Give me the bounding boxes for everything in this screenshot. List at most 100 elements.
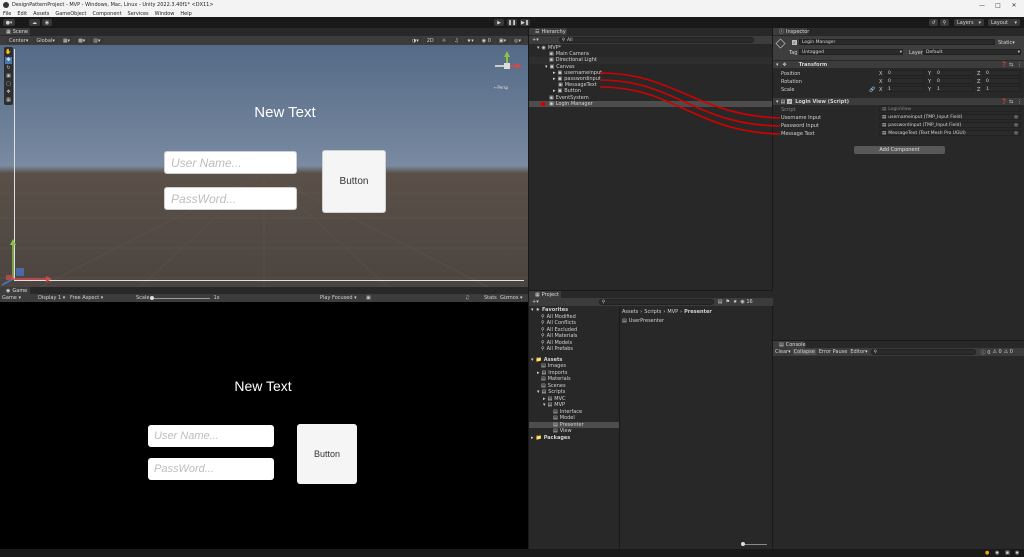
create-button[interactable]: +▾ <box>532 299 539 305</box>
transform-tool-icon[interactable]: ❖ <box>5 89 12 96</box>
gizmos-icon[interactable]: ◎▾ <box>511 37 524 44</box>
login-view-header[interactable]: ▾ ▤ ✓ Login View (Script) ❓ ⇆ ⋮ <box>773 98 1024 105</box>
gizmos-button[interactable]: Gizmos ▾ <box>500 295 523 301</box>
game-password-input[interactable]: PassWord... <box>148 458 274 480</box>
active-checkbox[interactable]: ✓ <box>792 40 797 45</box>
console-search[interactable]: ⚲ <box>870 349 976 355</box>
log-count[interactable]: ⓘ 0 <box>981 349 991 356</box>
move-tool-icon[interactable]: ✥ <box>5 57 12 64</box>
tab-console[interactable]: ▤ Console <box>773 341 806 348</box>
breadcrumb-scripts[interactable]: Scripts <box>644 309 661 315</box>
hierarchy-search[interactable]: ⚲ All <box>558 37 754 43</box>
scene-viewport[interactable]: ✋ ✥ ↻ ▣ ▢ ❖ ▦ ←Persp New Text User Name.… <box>0 45 528 287</box>
game-button[interactable]: Button <box>297 424 357 484</box>
collab-icon[interactable]: ◉ <box>42 19 52 26</box>
game-viewport[interactable]: New Text User Name... PassWord... Button <box>0 302 528 549</box>
breadcrumb-presenter[interactable]: Presenter <box>684 309 712 315</box>
rotation-z[interactable]: 0 <box>983 78 1021 84</box>
audio-icon[interactable]: ♫ <box>451 37 462 44</box>
scene-username-input[interactable]: User Name... <box>164 151 297 174</box>
game-new-text[interactable]: New Text <box>213 378 313 394</box>
pivot-center-dropdown[interactable]: Center ▾ <box>6 37 32 44</box>
increment-icon[interactable]: ▥▾ <box>90 37 104 44</box>
menu-component[interactable]: Component <box>93 11 122 17</box>
menu-gameobject[interactable]: GameObject <box>55 11 86 17</box>
account-button[interactable]: ●▾ <box>3 19 15 26</box>
mute-audio-icon[interactable]: ▣ <box>366 295 371 301</box>
tab-game[interactable]: ◉ Game <box>0 287 30 294</box>
tab-inspector[interactable]: ⓘ Inspector <box>773 28 809 35</box>
help-icon[interactable]: ❓ <box>1001 62 1007 68</box>
maximize-icon[interactable]: □ <box>990 0 1006 10</box>
presets-icon[interactable]: ⇆ <box>1009 62 1013 68</box>
more-options-icon[interactable]: ⋮ <box>1017 99 1022 105</box>
menu-file[interactable]: File <box>3 11 11 17</box>
presets-icon[interactable]: ⇆ <box>1009 99 1013 105</box>
scene-button[interactable]: Button <box>322 150 386 213</box>
rotation-x[interactable]: 0 <box>885 78 925 84</box>
shading-mode-icon[interactable]: ◑▾ <box>408 37 422 44</box>
editor-dropdown[interactable]: Editor▾ <box>850 349 867 355</box>
hidden-objects-icon[interactable]: ◉ 0 <box>478 37 494 44</box>
play-focused-dropdown[interactable]: Play Focused ▾ <box>320 295 357 301</box>
effects-icon[interactable]: ★▾ <box>463 37 477 44</box>
status-icon[interactable]: ◉ <box>1015 550 1019 556</box>
status-icon[interactable]: ▣ <box>1005 550 1010 556</box>
error-pause-button[interactable]: Error Pause <box>819 349 847 355</box>
aspect-dropdown[interactable]: Free Aspect ▾ <box>70 295 136 301</box>
project-search[interactable]: ⚲ <box>598 299 714 305</box>
filter-label-icon[interactable]: ⚑ <box>725 299 729 305</box>
step-button[interactable]: ▶❚ <box>520 19 530 26</box>
audio-icon[interactable]: ♫ <box>465 295 469 301</box>
layer-dropdown[interactable]: Default ▾ <box>923 49 1021 55</box>
object-picker-icon[interactable]: ◎ <box>1014 131 1018 136</box>
filter-type-icon[interactable]: ▤ <box>718 299 723 305</box>
rotate-tool-icon[interactable]: ↻ <box>5 65 12 72</box>
game-username-input[interactable]: User Name... <box>148 425 274 447</box>
scene-password-input[interactable]: PassWord... <box>164 187 297 210</box>
rect-tool-icon[interactable]: ▢ <box>5 81 12 88</box>
snap-icon[interactable]: ▩▾ <box>75 37 89 44</box>
scale-link-icon[interactable]: 🔗 <box>869 87 875 93</box>
clear-button[interactable]: Clear▾ <box>775 349 791 355</box>
search-icon[interactable]: ⚲ <box>940 19 949 26</box>
warning-count[interactable]: ⚠ 0 <box>992 349 1001 355</box>
password-input-field[interactable]: ▤ passwordinput (TMP_Input Field) ◎ <box>879 122 1021 128</box>
position-y[interactable]: 0 <box>934 70 974 76</box>
tab-hierarchy[interactable]: ☰ Hierarchy <box>529 28 567 35</box>
static-toggle[interactable]: Static ▾ <box>998 40 1015 46</box>
menu-services[interactable]: Services <box>128 11 149 17</box>
scale-z[interactable]: 1 <box>983 86 1021 92</box>
position-x[interactable]: 0 <box>885 70 925 76</box>
object-picker-icon[interactable]: ◎ <box>1014 115 1018 120</box>
pause-button[interactable]: ❚❚ <box>507 19 517 26</box>
scale-x[interactable]: 1 <box>885 86 925 92</box>
custom-tool-icon[interactable]: ▦ <box>5 97 12 104</box>
minimize-icon[interactable]: — <box>974 0 990 10</box>
breadcrumb-mvp[interactable]: MVP <box>667 309 678 315</box>
lighting-icon[interactable]: ☼ <box>438 37 450 44</box>
packages-header[interactable]: ▸ 📁 Packages <box>529 435 619 442</box>
tab-project[interactable]: ▦ Project <box>529 291 561 298</box>
2d-toggle[interactable]: 2D <box>423 37 437 44</box>
layout-dropdown[interactable]: Layout ▾ <box>988 19 1020 26</box>
orientation-gizmo-icon[interactable] <box>492 51 522 81</box>
icon-size-slider[interactable] <box>741 542 767 546</box>
hierarchy-item-login-manager[interactable]: ▣ Login Manager <box>529 100 773 107</box>
tab-scene[interactable]: ▦ Scene <box>0 28 30 35</box>
tag-dropdown[interactable]: Untagged ▾ <box>799 49 903 55</box>
menu-edit[interactable]: Edit <box>17 11 27 17</box>
persp-label[interactable]: ←Persp <box>494 85 508 90</box>
position-z[interactable]: 0 <box>983 70 1021 76</box>
grid-icon[interactable]: ▦▾ <box>59 37 74 44</box>
close-icon[interactable]: ✕ <box>1006 0 1022 10</box>
transform-header[interactable]: ▾ ✥ Transform ❓ ⇆ ⋮ <box>773 61 1024 68</box>
favorite-icon[interactable]: ★ <box>733 299 737 305</box>
play-button[interactable]: ▶ <box>494 19 504 26</box>
layers-dropdown[interactable]: Layers ▾ <box>954 19 984 26</box>
menu-help[interactable]: Help <box>180 11 191 17</box>
component-enabled-checkbox[interactable]: ✓ <box>787 99 793 104</box>
scale-tool-icon[interactable]: ▣ <box>5 73 12 80</box>
global-dropdown[interactable]: Global ▾ <box>33 37 58 44</box>
status-icon[interactable]: ◉ <box>995 550 999 556</box>
